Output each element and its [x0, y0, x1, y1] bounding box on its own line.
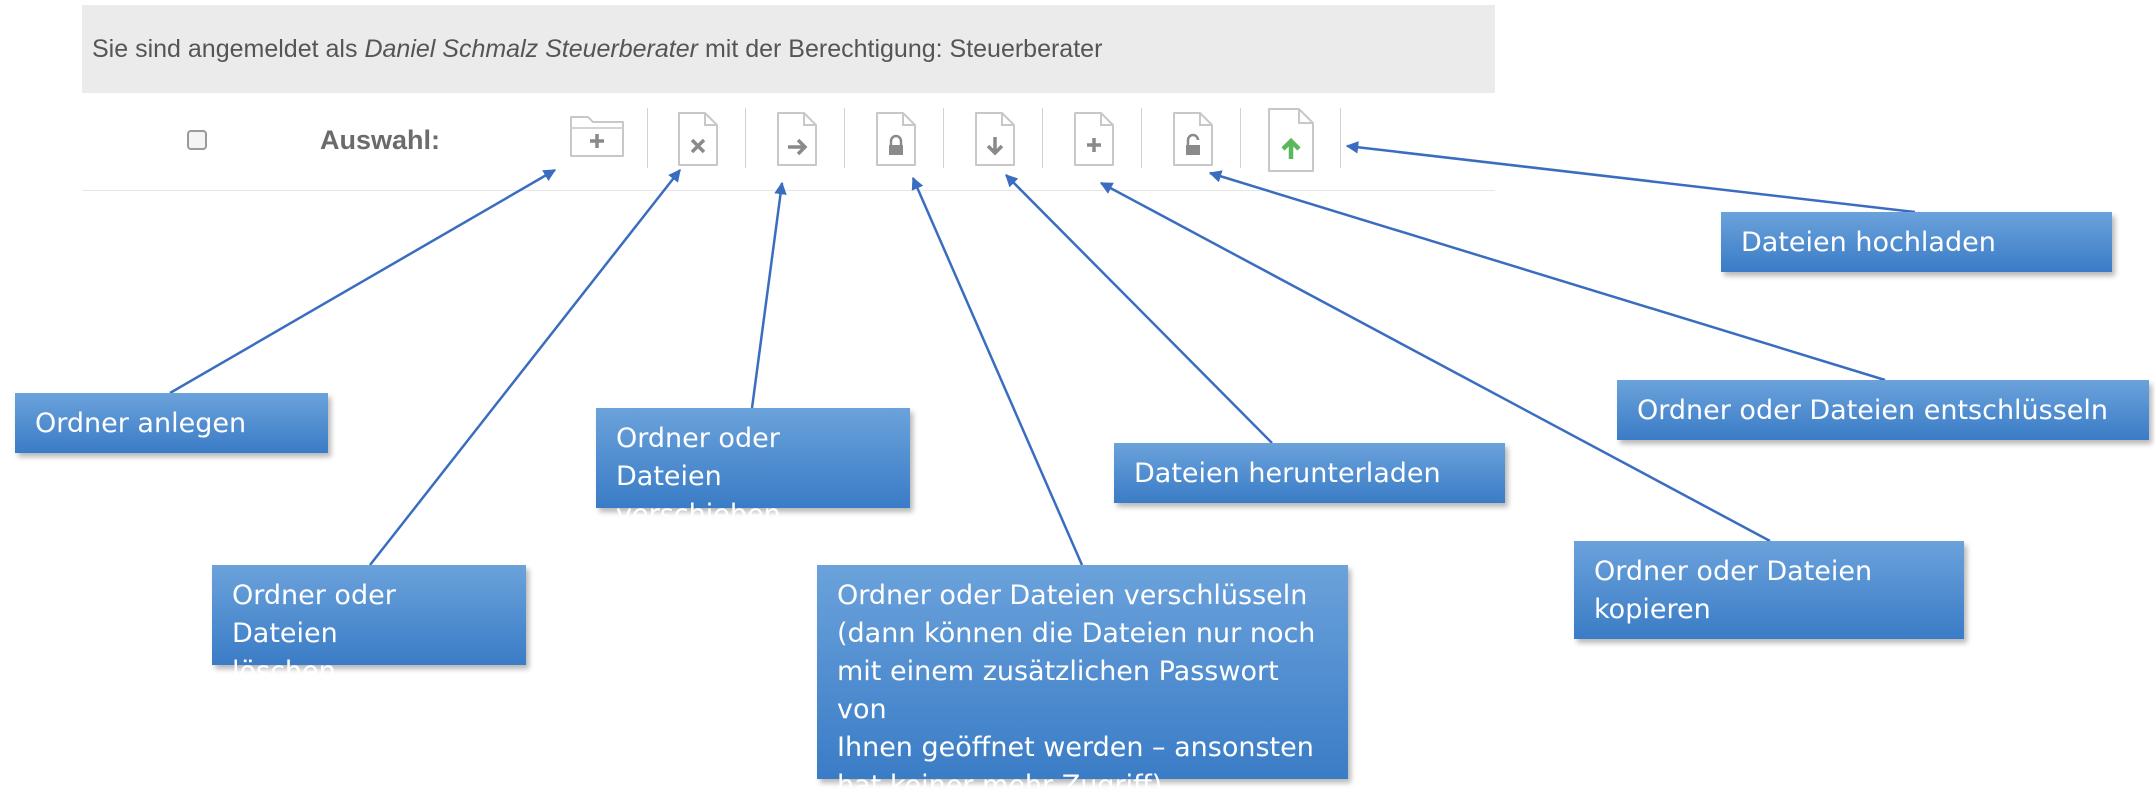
callout-kopieren: Ordner oder Dateien kopieren — [1574, 541, 1964, 639]
arrow-entschluesseln — [1208, 170, 1886, 382]
arrow-herunterladen — [1005, 174, 1273, 444]
callout-entschluesseln: Ordner oder Dateien entschlüsseln — [1617, 380, 2149, 440]
callout-verschieben: Ordner oder Dateien verschieben — [596, 408, 910, 530]
arrow-hochladen — [1345, 141, 1916, 214]
callout-hochladen: Dateien hochladen — [1721, 212, 2112, 272]
callout-loeschen: Ordner oder Dateien löschen — [212, 565, 526, 687]
arrow-ordner-anlegen — [169, 168, 557, 395]
arrow-verschieben — [750, 181, 787, 409]
callout-herunterladen: Dateien herunterladen — [1114, 443, 1505, 503]
callout-verschluesseln: Ordner oder Dateien verschlüsseln (dann … — [817, 565, 1348, 801]
arrow-verschluesseln — [911, 176, 1084, 566]
callout-ordner-anlegen: Ordner anlegen — [15, 393, 328, 453]
